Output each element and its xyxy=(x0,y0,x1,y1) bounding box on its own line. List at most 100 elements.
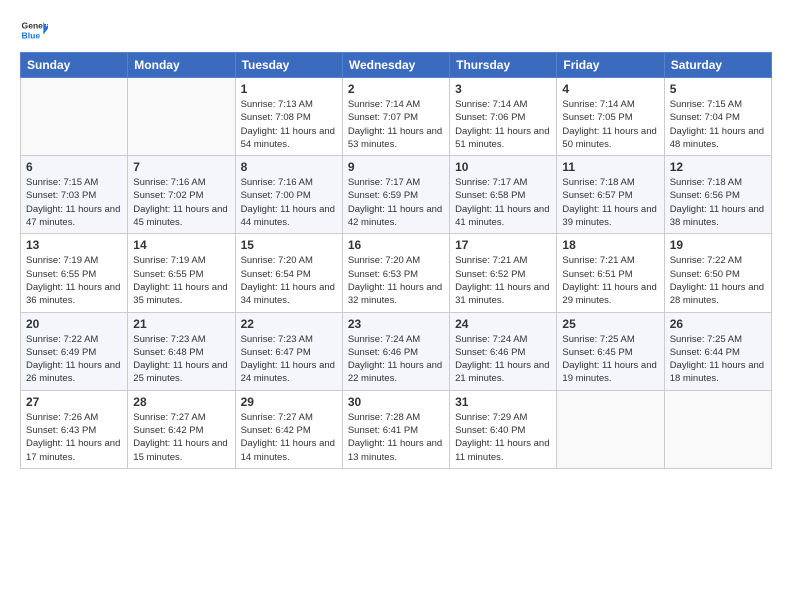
day-cell: 17 Sunrise: 7:21 AM Sunset: 6:52 PM Dayli… xyxy=(450,234,557,312)
weekday-header-monday: Monday xyxy=(128,53,235,78)
day-cell: 6 Sunrise: 7:15 AM Sunset: 7:03 PM Daylig… xyxy=(21,156,128,234)
day-cell: 14 Sunrise: 7:19 AM Sunset: 6:55 PM Dayli… xyxy=(128,234,235,312)
day-number: 16 xyxy=(348,238,444,252)
day-cell: 12 Sunrise: 7:18 AM Sunset: 6:56 PM Dayli… xyxy=(664,156,771,234)
week-row-3: 13Sunrise: 7:19 AM Sunset: 6:55 PM Dayli… xyxy=(21,234,772,312)
day-cell: 4 Sunrise: 7:14 AM Sunset: 7:05 PM Daylig… xyxy=(557,78,664,156)
weekday-header-wednesday: Wednesday xyxy=(342,53,449,78)
day-cell: 15Sunrise: 7:20 AM Sunset: 6:54 PM Dayli… xyxy=(235,234,342,312)
day-cell: 28 Sunrise: 7:27 AM Sunset: 6:42 PM Dayli… xyxy=(128,390,235,468)
day-info: Sunrise: 7:20 AM Sunset: 6:54 PM Dayligh… xyxy=(241,254,337,307)
weekday-header-tuesday: Tuesday xyxy=(235,53,342,78)
day-cell xyxy=(128,78,235,156)
day-info: Sunrise: 7:15 AM Sunset: 7:03 PM Dayligh… xyxy=(26,176,122,229)
day-info: Sunrise: 7:14 AM Sunset: 7:06 PM Dayligh… xyxy=(455,98,551,151)
logo-icon: General Blue xyxy=(20,16,48,44)
day-cell: 18 Sunrise: 7:21 AM Sunset: 6:51 PM Dayli… xyxy=(557,234,664,312)
day-number: 9 xyxy=(348,160,444,174)
weekday-header-friday: Friday xyxy=(557,53,664,78)
day-info: Sunrise: 7:22 AM Sunset: 6:49 PM Dayligh… xyxy=(26,333,122,386)
day-cell: 29Sunrise: 7:27 AM Sunset: 6:42 PM Dayli… xyxy=(235,390,342,468)
day-info: Sunrise: 7:27 AM Sunset: 6:42 PM Dayligh… xyxy=(133,411,229,464)
day-cell: 7Sunrise: 7:16 AM Sunset: 7:02 PM Daylig… xyxy=(128,156,235,234)
day-cell: 31 Sunrise: 7:29 AM Sunset: 6:40 PM Dayli… xyxy=(450,390,557,468)
day-number: 22 xyxy=(241,317,337,331)
day-info: Sunrise: 7:26 AM Sunset: 6:43 PM Dayligh… xyxy=(26,411,122,464)
day-info: Sunrise: 7:21 AM Sunset: 6:52 PM Dayligh… xyxy=(455,254,551,307)
day-cell: 1Sunrise: 7:13 AM Sunset: 7:08 PM Daylig… xyxy=(235,78,342,156)
day-info: Sunrise: 7:23 AM Sunset: 6:47 PM Dayligh… xyxy=(241,333,337,386)
day-cell: 24 Sunrise: 7:24 AM Sunset: 6:46 PM Dayli… xyxy=(450,312,557,390)
day-number: 31 xyxy=(455,395,551,409)
day-cell: 5 Sunrise: 7:15 AM Sunset: 7:04 PM Daylig… xyxy=(664,78,771,156)
day-cell: 25 Sunrise: 7:25 AM Sunset: 6:45 PM Dayli… xyxy=(557,312,664,390)
day-info: Sunrise: 7:29 AM Sunset: 6:40 PM Dayligh… xyxy=(455,411,551,464)
day-info: Sunrise: 7:13 AM Sunset: 7:08 PM Dayligh… xyxy=(241,98,337,151)
day-cell: 26 Sunrise: 7:25 AM Sunset: 6:44 PM Dayli… xyxy=(664,312,771,390)
day-info: Sunrise: 7:18 AM Sunset: 6:57 PM Dayligh… xyxy=(562,176,658,229)
day-number: 2 xyxy=(348,82,444,96)
day-number: 18 xyxy=(562,238,658,252)
day-info: Sunrise: 7:28 AM Sunset: 6:41 PM Dayligh… xyxy=(348,411,444,464)
day-info: Sunrise: 7:21 AM Sunset: 6:51 PM Dayligh… xyxy=(562,254,658,307)
day-cell xyxy=(557,390,664,468)
day-info: Sunrise: 7:18 AM Sunset: 6:56 PM Dayligh… xyxy=(670,176,766,229)
day-number: 26 xyxy=(670,317,766,331)
day-cell: 21 Sunrise: 7:23 AM Sunset: 6:48 PM Dayli… xyxy=(128,312,235,390)
day-info: Sunrise: 7:14 AM Sunset: 7:05 PM Dayligh… xyxy=(562,98,658,151)
logo: General Blue xyxy=(20,16,48,44)
day-number: 23 xyxy=(348,317,444,331)
day-info: Sunrise: 7:16 AM Sunset: 7:02 PM Dayligh… xyxy=(133,176,229,229)
day-cell: 19 Sunrise: 7:22 AM Sunset: 6:50 PM Dayli… xyxy=(664,234,771,312)
day-cell: 30 Sunrise: 7:28 AM Sunset: 6:41 PM Dayli… xyxy=(342,390,449,468)
day-number: 24 xyxy=(455,317,551,331)
day-cell: 11 Sunrise: 7:18 AM Sunset: 6:57 PM Dayli… xyxy=(557,156,664,234)
day-info: Sunrise: 7:25 AM Sunset: 6:45 PM Dayligh… xyxy=(562,333,658,386)
day-cell: 8Sunrise: 7:16 AM Sunset: 7:00 PM Daylig… xyxy=(235,156,342,234)
day-number: 12 xyxy=(670,160,766,174)
day-cell: 16Sunrise: 7:20 AM Sunset: 6:53 PM Dayli… xyxy=(342,234,449,312)
day-cell: 2Sunrise: 7:14 AM Sunset: 7:07 PM Daylig… xyxy=(342,78,449,156)
day-number: 19 xyxy=(670,238,766,252)
day-cell xyxy=(21,78,128,156)
day-info: Sunrise: 7:27 AM Sunset: 6:42 PM Dayligh… xyxy=(241,411,337,464)
svg-text:Blue: Blue xyxy=(22,31,41,41)
day-number: 14 xyxy=(133,238,229,252)
day-info: Sunrise: 7:16 AM Sunset: 7:00 PM Dayligh… xyxy=(241,176,337,229)
day-cell: 3 Sunrise: 7:14 AM Sunset: 7:06 PM Daylig… xyxy=(450,78,557,156)
day-number: 10 xyxy=(455,160,551,174)
day-number: 11 xyxy=(562,160,658,174)
day-info: Sunrise: 7:19 AM Sunset: 6:55 PM Dayligh… xyxy=(133,254,229,307)
page: General Blue SundayMondayTuesdayWednesda… xyxy=(0,0,792,485)
day-number: 30 xyxy=(348,395,444,409)
day-cell: 10 Sunrise: 7:17 AM Sunset: 6:58 PM Dayli… xyxy=(450,156,557,234)
day-number: 20 xyxy=(26,317,122,331)
day-info: Sunrise: 7:22 AM Sunset: 6:50 PM Dayligh… xyxy=(670,254,766,307)
day-info: Sunrise: 7:19 AM Sunset: 6:55 PM Dayligh… xyxy=(26,254,122,307)
weekday-header-thursday: Thursday xyxy=(450,53,557,78)
day-cell: 22 Sunrise: 7:23 AM Sunset: 6:47 PM Dayli… xyxy=(235,312,342,390)
day-info: Sunrise: 7:25 AM Sunset: 6:44 PM Dayligh… xyxy=(670,333,766,386)
calendar-table: SundayMondayTuesdayWednesdayThursdayFrid… xyxy=(20,52,772,469)
day-number: 21 xyxy=(133,317,229,331)
week-row-5: 27 Sunrise: 7:26 AM Sunset: 6:43 PM Dayli… xyxy=(21,390,772,468)
day-number: 4 xyxy=(562,82,658,96)
day-info: Sunrise: 7:24 AM Sunset: 6:46 PM Dayligh… xyxy=(455,333,551,386)
day-number: 3 xyxy=(455,82,551,96)
day-info: Sunrise: 7:23 AM Sunset: 6:48 PM Dayligh… xyxy=(133,333,229,386)
week-row-4: 20 Sunrise: 7:22 AM Sunset: 6:49 PM Dayli… xyxy=(21,312,772,390)
weekday-header-sunday: Sunday xyxy=(21,53,128,78)
day-number: 27 xyxy=(26,395,122,409)
day-cell: 27 Sunrise: 7:26 AM Sunset: 6:43 PM Dayli… xyxy=(21,390,128,468)
day-number: 17 xyxy=(455,238,551,252)
day-number: 5 xyxy=(670,82,766,96)
day-number: 6 xyxy=(26,160,122,174)
day-number: 28 xyxy=(133,395,229,409)
week-row-2: 6 Sunrise: 7:15 AM Sunset: 7:03 PM Daylig… xyxy=(21,156,772,234)
day-cell: 23Sunrise: 7:24 AM Sunset: 6:46 PM Dayli… xyxy=(342,312,449,390)
header: General Blue xyxy=(20,16,772,44)
day-info: Sunrise: 7:15 AM Sunset: 7:04 PM Dayligh… xyxy=(670,98,766,151)
day-info: Sunrise: 7:17 AM Sunset: 6:58 PM Dayligh… xyxy=(455,176,551,229)
day-number: 25 xyxy=(562,317,658,331)
weekday-header-saturday: Saturday xyxy=(664,53,771,78)
